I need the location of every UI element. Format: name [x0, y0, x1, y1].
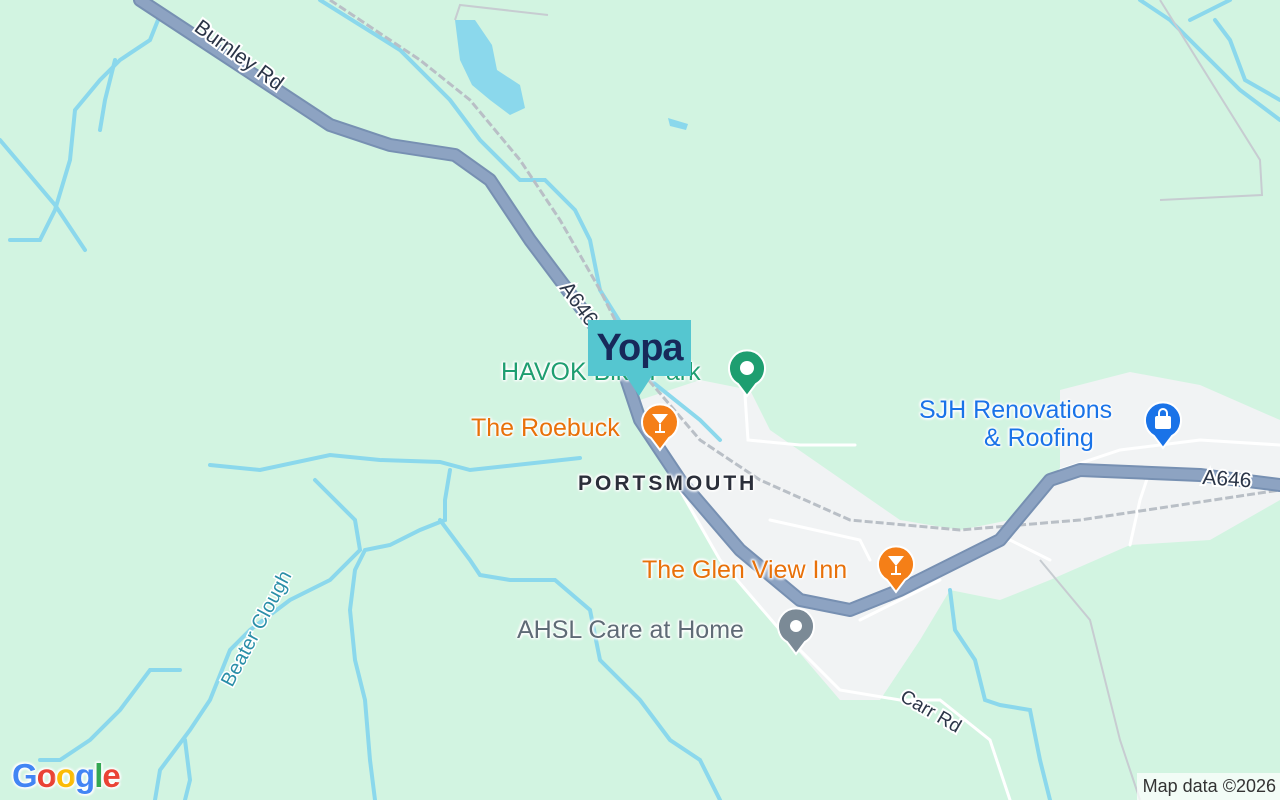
google-logo: Google — [12, 757, 121, 795]
park-icon[interactable] — [725, 346, 769, 398]
town-label: PORTSMOUTH — [578, 472, 758, 495]
waterway-label-beater-clough: Beater Clough — [217, 567, 296, 690]
logo-letter: G — [12, 757, 38, 794]
pond — [668, 118, 688, 130]
brand-marker-pointer — [626, 376, 652, 396]
poi-label-ahsl-care-at-home[interactable]: AHSL Care at Home — [517, 616, 744, 645]
logo-letter: g — [75, 757, 95, 794]
logo-letter: e — [102, 757, 120, 794]
road-label-a646-east: A646 — [1202, 466, 1253, 492]
cocktail-icon[interactable] — [874, 542, 918, 594]
map-attribution[interactable]: Map data ©2026 — [1136, 773, 1280, 800]
shopping-bag-icon[interactable] — [1141, 398, 1185, 450]
brand-marker-box[interactable]: Yopa — [588, 320, 691, 376]
cocktail-icon[interactable] — [638, 400, 682, 452]
generic-poi-icon[interactable] — [774, 604, 818, 656]
brand-marker[interactable]: Yopa — [588, 320, 691, 396]
lake — [455, 20, 525, 115]
road-label-burnley-rd: Burnley Rd — [190, 15, 288, 95]
brand-logo-text: Yopa — [596, 326, 683, 369]
poi-label-sjh-renovations-line2[interactable]: & Roofing — [984, 424, 1094, 453]
logo-letter: o — [36, 757, 57, 794]
poi-label-the-roebuck[interactable]: The Roebuck — [471, 414, 620, 443]
poi-label-sjh-renovations-line1[interactable]: SJH Renovations — [919, 396, 1112, 425]
logo-letter: o — [55, 757, 76, 794]
poi-label-the-glen-view-inn[interactable]: The Glen View Inn — [642, 556, 847, 585]
